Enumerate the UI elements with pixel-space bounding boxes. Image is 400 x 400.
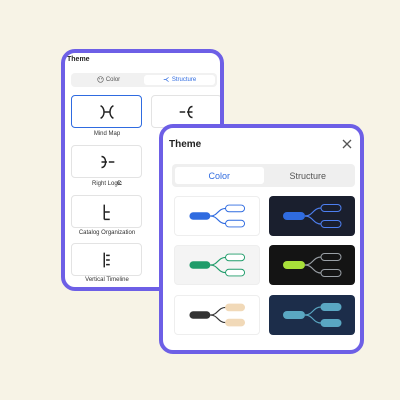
theme-swatch[interactable]	[269, 245, 355, 285]
mindmap-preview-icon	[283, 204, 342, 228]
branch-line	[210, 215, 226, 225]
root-node	[189, 212, 211, 220]
tab-bar: Color Structure	[71, 73, 217, 87]
theme-swatch[interactable]	[174, 245, 260, 285]
child-node	[320, 303, 342, 311]
child-node	[320, 269, 342, 277]
child-node	[225, 219, 246, 228]
layout-card-vertical-timeline[interactable]	[71, 243, 142, 276]
child-node	[320, 319, 342, 327]
theme-swatch[interactable]	[174, 295, 260, 335]
tab-bar: Color Structure	[172, 164, 355, 187]
vertical-timeline-layout-icon	[103, 252, 110, 267]
root-node	[283, 261, 305, 269]
child-node	[320, 253, 342, 261]
mindmap-preview-icon	[283, 253, 342, 277]
theme-swatch[interactable]	[269, 295, 355, 335]
branch-line	[210, 306, 226, 316]
layout-label: Mind Map	[93, 131, 121, 137]
child-node	[225, 268, 246, 277]
mind-map-layout-icon	[99, 104, 114, 119]
palette-icon	[97, 75, 104, 85]
branch-line	[304, 264, 322, 274]
branch-line	[304, 215, 322, 225]
branch-line	[210, 314, 226, 324]
tab-structure[interactable]: Structure	[144, 75, 215, 85]
layout-label: Catalog Organization	[78, 230, 136, 236]
panel-title: Theme	[67, 56, 90, 63]
branch-line	[304, 306, 322, 316]
mindmap-preview-icon	[189, 303, 246, 327]
tab-label: Color	[105, 77, 121, 83]
child-node	[225, 303, 246, 312]
structure-icon	[163, 76, 170, 85]
tab-label: Structure	[171, 77, 197, 83]
branch-line	[304, 256, 322, 266]
branch-line	[304, 314, 322, 324]
panel-title: Theme	[169, 139, 202, 150]
tab-color[interactable]: Color	[73, 75, 144, 85]
root-node	[189, 311, 211, 319]
tab-color[interactable]: Color	[175, 167, 264, 184]
layout-label: Vertical Timeline	[85, 277, 129, 283]
mindmap-preview-icon	[189, 204, 246, 228]
branch-line	[304, 207, 322, 217]
child-node	[225, 253, 246, 262]
right-logic-layout-icon	[100, 155, 114, 168]
theme-swatch[interactable]	[269, 196, 355, 236]
mindmap-preview-icon	[283, 303, 342, 327]
branch-line	[210, 256, 226, 266]
child-node	[225, 318, 246, 327]
tab-structure[interactable]: Structure	[264, 167, 353, 184]
branch-line	[210, 264, 226, 274]
mindmap-preview-icon	[189, 253, 246, 277]
theme-swatch[interactable]	[174, 196, 260, 236]
layout-card-catalog-organization[interactable]	[71, 195, 142, 228]
layout-card-right-logic[interactable]	[71, 145, 142, 178]
catalog-organization-layout-icon	[103, 204, 110, 220]
root-node	[189, 261, 211, 269]
child-node	[320, 204, 342, 212]
theme-panel-front: Theme Color Structure	[159, 124, 364, 354]
root-node	[283, 311, 305, 319]
close-icon[interactable]	[341, 137, 353, 149]
left-logic-layout-icon	[179, 105, 193, 118]
branch-line	[210, 207, 226, 217]
layout-card-mind-map[interactable]	[71, 95, 142, 128]
child-node	[320, 220, 342, 228]
child-node	[225, 204, 246, 213]
layout-label-partial: C	[117, 181, 122, 187]
root-node	[283, 212, 305, 220]
